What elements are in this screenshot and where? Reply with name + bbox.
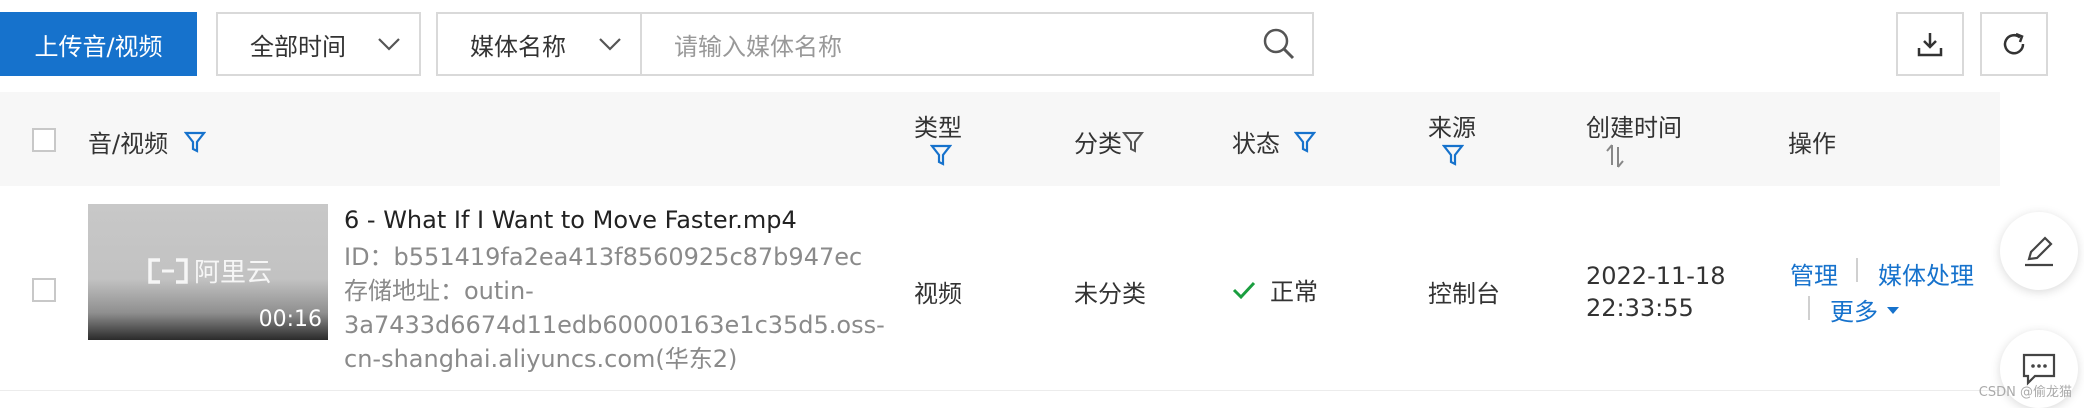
header-media-label: 音/视频	[88, 130, 169, 158]
search-placeholder: 请输入媒体名称	[674, 32, 842, 61]
filter-icon[interactable]	[184, 130, 207, 154]
header-source-label: 来源	[1428, 114, 1476, 142]
caret-down-icon	[1887, 306, 1899, 314]
filter-icon[interactable]	[929, 143, 953, 167]
media-title[interactable]: 6 - What If I Want to Move Faster.mp4	[344, 206, 797, 234]
upload-media-label: 上传音/视频	[34, 32, 163, 61]
header-media: 音/视频	[88, 124, 207, 159]
header-created-label: 创建时间	[1586, 114, 1682, 142]
header-type: 类型	[914, 108, 962, 173]
media-storage-line: 3a7433d6674d11edb60000163e1c35d5.oss-	[344, 311, 885, 339]
media-status: 正常	[1232, 272, 1318, 307]
row-divider	[0, 390, 2000, 391]
manage-link[interactable]: 管理	[1790, 256, 1838, 291]
media-created-date: 2022-11-18	[1586, 262, 1726, 290]
search-input[interactable]: 请输入媒体名称	[640, 12, 1314, 76]
more-dropdown[interactable]: 更多	[1830, 292, 1900, 327]
download-icon	[1917, 33, 1943, 57]
header-category-label: 分类	[1074, 130, 1122, 158]
chevron-down-icon	[599, 38, 621, 51]
check-icon	[1232, 281, 1256, 299]
time-filter-select[interactable]: 全部时间	[216, 12, 421, 76]
filter-icon[interactable]	[1294, 130, 1316, 154]
thumbnail-logo-text: 阿里云	[194, 258, 273, 288]
search-field-value: 媒体名称	[470, 32, 566, 61]
download-button[interactable]	[1896, 12, 1964, 76]
thumbnail-logo: 阿里云	[146, 252, 272, 289]
filter-icon[interactable]	[1441, 143, 1465, 167]
video-thumbnail[interactable]: 阿里云 00:16	[88, 204, 328, 340]
table-header	[0, 92, 2000, 186]
header-category: 分类	[1074, 124, 1144, 159]
refresh-icon	[2003, 32, 2025, 55]
edit-icon	[2025, 236, 2053, 267]
row-checkbox[interactable]	[32, 278, 56, 302]
media-type: 视频	[914, 280, 962, 308]
media-created-time: 22:33:55	[1586, 294, 1694, 322]
media-status-label: 正常	[1270, 278, 1318, 306]
media-process-link[interactable]: 媒体处理	[1878, 256, 1974, 291]
header-status: 状态	[1232, 124, 1316, 159]
media-storage-line: 存储地址：outin-	[344, 277, 534, 305]
select-all-checkbox[interactable]	[32, 128, 56, 152]
refresh-button[interactable]	[1980, 12, 2048, 76]
action-divider	[1808, 296, 1810, 320]
time-filter-value: 全部时间	[250, 32, 346, 61]
sort-icon[interactable]	[1604, 143, 1626, 169]
media-storage-line: cn-shanghai.aliyuncs.com(华东2)	[344, 345, 738, 373]
aliyun-logo-icon	[148, 257, 188, 284]
filter-icon[interactable]	[1122, 130, 1144, 154]
media-id: ID：b551419fa2ea413f8560925c87b947ec	[344, 243, 863, 271]
action-divider	[1856, 258, 1858, 282]
search-field-select[interactable]: 媒体名称	[436, 12, 642, 76]
header-actions-label: 操作	[1788, 130, 1836, 158]
media-source: 控制台	[1428, 280, 1500, 308]
header-actions: 操作	[1788, 124, 1836, 159]
media-created: 2022-11-18 22:33:55	[1586, 260, 1725, 324]
chevron-down-icon	[378, 38, 400, 51]
header-created: 创建时间	[1586, 108, 1682, 175]
more-label: 更多	[1830, 298, 1878, 326]
media-category: 未分类	[1074, 280, 1146, 308]
search-icon[interactable]	[1262, 27, 1296, 61]
media-meta: ID：b551419fa2ea413f8560925c87b947ec 存储地址…	[344, 240, 885, 376]
edit-float-button[interactable]	[2000, 212, 2078, 290]
header-type-label: 类型	[914, 114, 962, 142]
header-status-label: 状态	[1232, 130, 1280, 158]
upload-media-button[interactable]: 上传音/视频	[0, 12, 197, 76]
header-source: 来源	[1428, 108, 1476, 173]
video-duration: 00:16	[258, 307, 322, 332]
watermark: CSDN @偷龙猫	[1978, 385, 2072, 400]
